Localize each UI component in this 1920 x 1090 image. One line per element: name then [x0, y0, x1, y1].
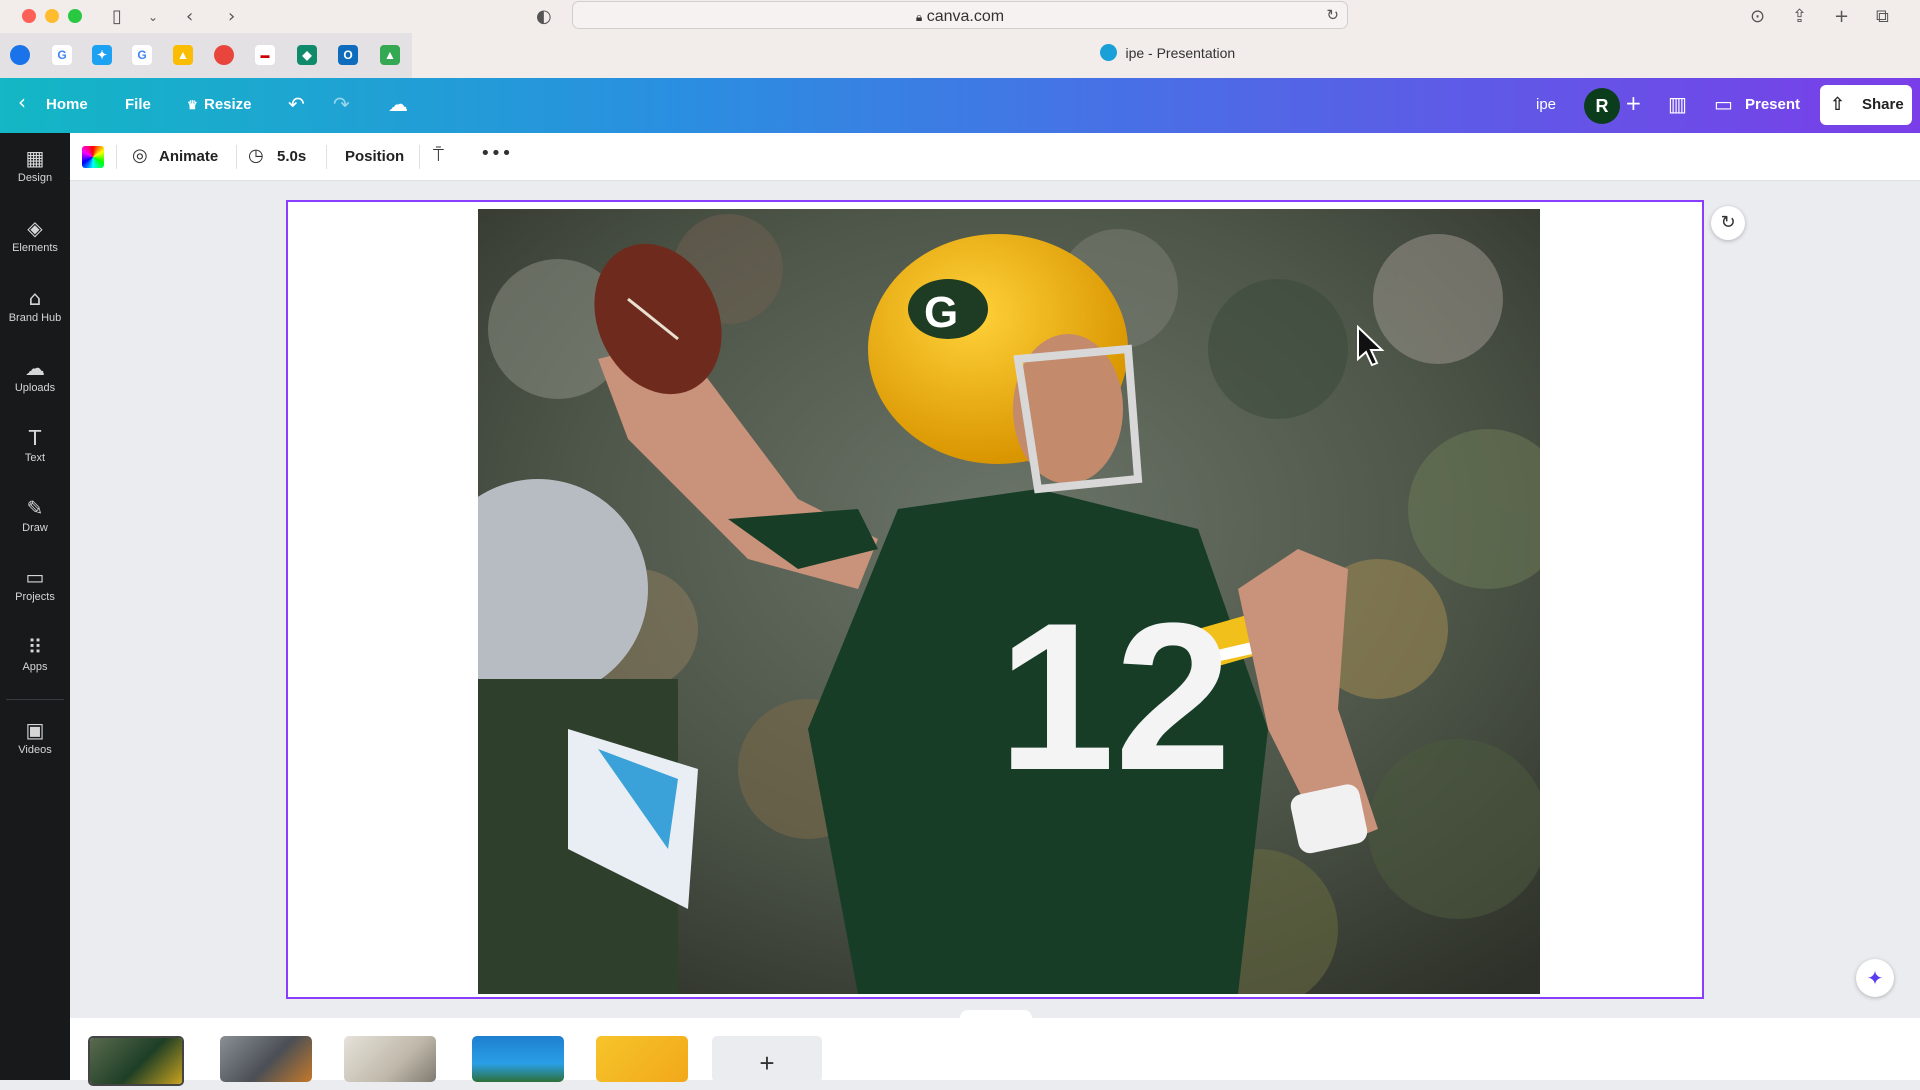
- helmet-logo: G: [924, 288, 958, 337]
- new-tab-icon[interactable]: +: [1834, 6, 1849, 27]
- pen-icon: ✎: [26, 496, 44, 520]
- grid-icon: ⠿: [27, 635, 43, 659]
- present-icon[interactable]: ▭: [1714, 92, 1733, 116]
- shield-icon[interactable]: ◐: [536, 6, 552, 27]
- share-button[interactable]: ⇧ Share: [1820, 85, 1912, 125]
- back-icon[interactable]: ‹: [186, 6, 193, 27]
- page-thumbnail[interactable]: [472, 1036, 564, 1082]
- zoom-window-button[interactable]: [68, 9, 82, 23]
- file-menu-button[interactable]: File: [125, 96, 151, 113]
- regenerate-icon[interactable]: ↻: [1711, 206, 1745, 240]
- share-upload-icon: ⇧: [1830, 94, 1846, 115]
- sidebar-item-videos[interactable]: ▣ Videos: [0, 705, 70, 765]
- duration-button[interactable]: 5.0s: [277, 148, 306, 165]
- crown-icon: ♛: [187, 98, 198, 112]
- reload-icon[interactable]: ↻: [1326, 6, 1339, 24]
- close-window-button[interactable]: [22, 9, 36, 23]
- address-bar[interactable]: 🔒︎ canva.com ↻: [572, 1, 1348, 29]
- text-icon: T: [28, 426, 42, 450]
- drive-icon[interactable]: ▲: [173, 45, 193, 65]
- page-filmstrip: +: [70, 1018, 1920, 1086]
- animate-icon[interactable]: ◎: [132, 145, 148, 166]
- sidebar-item-projects[interactable]: ▭ Projects: [0, 552, 70, 612]
- clock-icon[interactable]: ◷: [248, 145, 264, 166]
- upload-cloud-icon: ☁: [25, 356, 45, 380]
- bookmark-favicons: G ✦ G ▲ ▬ ◆ O ▲: [0, 33, 412, 78]
- share-sheet-icon[interactable]: ⇪: [1792, 6, 1807, 27]
- bookmarks-bar: G ✦ G ▲ ▬ ◆ O ▲ ipe - Presentation: [0, 33, 1920, 78]
- insights-chart-icon[interactable]: ▥: [1668, 92, 1687, 116]
- add-collaborator-icon[interactable]: +: [1625, 91, 1642, 115]
- page-thumbnail[interactable]: [596, 1036, 688, 1082]
- mouse-cursor-icon: [1357, 325, 1385, 367]
- drive-icon[interactable]: ▲: [380, 45, 400, 65]
- download-icon[interactable]: ⊙: [1750, 6, 1765, 27]
- editor-header: ‹ Home File ♛ Resize ↶ ↷ ☁ ipe R + ▥ ▭ P…: [0, 78, 1920, 133]
- more-options-icon[interactable]: •••: [480, 143, 512, 164]
- undo-icon[interactable]: ↶: [288, 92, 305, 116]
- twitter-icon[interactable]: ✦: [92, 45, 112, 65]
- video-icon: ▣: [25, 718, 45, 742]
- position-button[interactable]: Position: [345, 148, 404, 165]
- canva-favicon-icon: [1100, 44, 1117, 62]
- bookmark-icon[interactable]: ◆: [297, 45, 317, 65]
- sidebar-item-apps[interactable]: ⠿ Apps: [0, 622, 70, 682]
- home-button[interactable]: Home: [46, 96, 88, 113]
- share-label: Share: [1862, 96, 1904, 113]
- sidebar-item-draw[interactable]: ✎ Draw: [0, 483, 70, 543]
- resize-button[interactable]: Resize: [204, 96, 252, 113]
- tab-title-text: ipe - Presentation: [1125, 44, 1236, 61]
- design-title[interactable]: ipe: [1536, 96, 1556, 113]
- shapes-icon: ◈: [27, 216, 43, 240]
- toolbar-divider: [419, 145, 420, 169]
- minimize-window-button[interactable]: [45, 9, 59, 23]
- browser-toolbar: ▯ ⌄ ‹ › ◐ 🔒︎ canva.com ↻ ⊙ ⇪ + ⧉: [0, 0, 1920, 33]
- context-toolbar: ◎ Animate ◷ 5.0s Position ⍑ •••: [70, 133, 1920, 181]
- folder-icon: ▭: [25, 565, 45, 589]
- redo-icon[interactable]: ↷: [333, 92, 350, 116]
- page-thumbnail[interactable]: [344, 1036, 436, 1082]
- sidebar-item-elements[interactable]: ◈ Elements: [0, 203, 70, 263]
- forward-icon[interactable]: ›: [228, 6, 235, 27]
- brand-icon: ⌂: [28, 286, 42, 310]
- google-icon[interactable]: G: [132, 45, 152, 65]
- sidebar-item-brand-hub[interactable]: ⌂ Brand Hub: [0, 273, 70, 333]
- paint-roller-icon[interactable]: ⍑: [433, 145, 444, 166]
- chrome-icon[interactable]: [214, 45, 234, 65]
- left-sidebar: ▦ Design ◈ Elements ⌂ Brand Hub ☁ Uploads TT…: [0, 133, 70, 1080]
- toolbar-divider: [116, 145, 117, 169]
- layout-icon: ▦: [25, 146, 45, 170]
- sidebar-item-uploads[interactable]: ☁ Uploads: [0, 343, 70, 403]
- jersey-number: 12: [998, 579, 1232, 814]
- color-picker-button[interactable]: [82, 146, 104, 168]
- bookmark-icon[interactable]: [10, 45, 30, 65]
- bookmark-icon[interactable]: ▬: [255, 45, 275, 65]
- tab-title[interactable]: ipe - Presentation: [1100, 44, 1235, 62]
- sidebar-item-text[interactable]: T Text: [0, 413, 70, 473]
- page-thumbnail[interactable]: [88, 1036, 184, 1086]
- sidebar-divider: [6, 699, 64, 700]
- tab-overview-icon[interactable]: ⧉: [1876, 6, 1889, 27]
- page-thumbnail[interactable]: [220, 1036, 312, 1082]
- chevron-down-icon[interactable]: ⌄: [148, 10, 158, 24]
- present-button[interactable]: Present: [1745, 96, 1800, 113]
- add-page-button[interactable]: +: [712, 1036, 822, 1082]
- google-icon[interactable]: G: [52, 45, 72, 65]
- avatar[interactable]: R: [1584, 88, 1620, 124]
- slide-canvas[interactable]: 12 G: [286, 200, 1704, 999]
- address-text: canva.com: [926, 8, 1005, 25]
- toolbar-divider: [326, 145, 327, 169]
- magic-sparkle-icon[interactable]: ✦: [1856, 959, 1894, 997]
- chevron-left-icon[interactable]: ‹: [18, 90, 26, 114]
- outlook-icon[interactable]: O: [338, 45, 358, 65]
- cloud-saved-icon[interactable]: ☁: [388, 92, 408, 116]
- animate-button[interactable]: Animate: [159, 148, 218, 165]
- sidebar-toggle-icon[interactable]: ▯: [112, 6, 122, 27]
- sidebar-item-design[interactable]: ▦ Design: [0, 133, 70, 193]
- toolbar-divider: [236, 145, 237, 169]
- lock-icon: 🔒︎: [915, 10, 923, 24]
